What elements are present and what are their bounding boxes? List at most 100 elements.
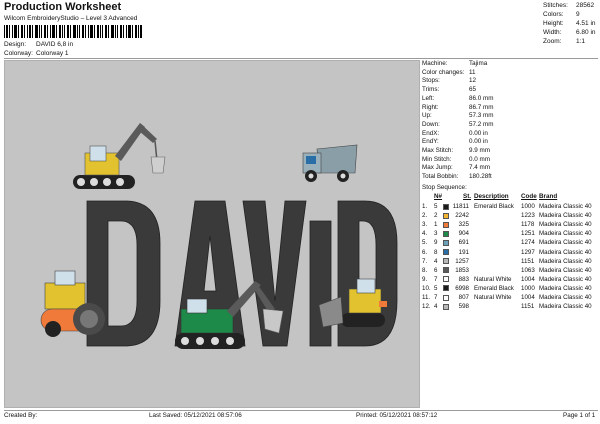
stop-number: 11.	[422, 294, 431, 301]
thread-brand: Madeira Classic 40	[539, 284, 592, 292]
stitch-count: 598	[458, 303, 469, 311]
stat-colors-value: 9	[576, 11, 580, 18]
col-header-description: Description	[474, 193, 509, 200]
needle-number: 4	[434, 303, 438, 311]
stitch-count: 11811	[452, 203, 469, 210]
thread-brand: Madeira Classic 40	[539, 221, 592, 229]
needle-number: 3	[434, 230, 438, 238]
color-swatch	[443, 276, 449, 283]
col-header-st: St.	[463, 193, 472, 200]
color-swatch	[443, 285, 449, 292]
prop-label: Total Bobbin:	[422, 173, 459, 181]
colorway-value: Colorway 1	[36, 50, 69, 57]
software-subtitle: Wilcom EmbroideryStudio – Level 3 Advanc…	[4, 15, 138, 22]
prop-value: 65	[469, 86, 477, 94]
thread-code: 1223	[521, 212, 535, 220]
stitch-count: 2242	[455, 212, 469, 220]
color-swatch	[443, 249, 449, 255]
stat-colors-label: Colors:	[543, 11, 564, 18]
page-number: Page 1 of 1	[563, 412, 596, 419]
color-swatch	[443, 230, 449, 237]
col-header-code: Code	[521, 193, 537, 200]
prop-value: 7.4 mm	[469, 164, 490, 172]
design-label: Design:	[4, 41, 27, 48]
thread-code: 1000	[521, 284, 535, 292]
stitch-count: 1853	[455, 266, 469, 274]
thread-brand: Madeira Classic 40	[539, 203, 592, 210]
printed-date: Printed: 05/12/2021 08:57:12	[356, 412, 438, 419]
thread-code: 1151	[521, 303, 535, 311]
letter-i	[309, 220, 332, 347]
prop-value: 57.2 mm	[469, 120, 494, 128]
color-swatch	[443, 212, 449, 219]
stitch-count: 1257	[455, 257, 469, 265]
sequence-row: 4. 3 904 1251 Madeira Classic 40	[422, 229, 600, 238]
thread-brand: Madeira Classic 40	[539, 303, 592, 311]
prop-value: 86.7 mm	[469, 103, 494, 111]
stitch-count: 325	[458, 221, 469, 229]
prop-label: Min Stitch:	[422, 155, 452, 163]
sequence-row: 10. 5 6998 Emerald Black 1000 Madeira Classic…	[422, 284, 600, 293]
colorway-label: Colorway:	[4, 50, 33, 57]
prop-value: 12	[469, 77, 477, 85]
stat-stitches-value: 28562	[576, 2, 595, 9]
thread-brand: Madeira Classic 40	[539, 257, 592, 265]
stat-zoom-label: Zoom:	[543, 38, 562, 45]
prop-value: 57.3 mm	[469, 112, 494, 120]
stop-number: 2.	[422, 212, 428, 220]
needle-number: 7	[434, 294, 438, 301]
sequence-row: 8. 6 1853 1063 Madeira Classic 40	[422, 266, 600, 275]
color-swatch	[443, 203, 449, 210]
stop-number: 6.	[422, 248, 428, 256]
thread-code: 1063	[521, 266, 535, 274]
sequence-row: 12. 4 598 1151 Madeira Classic 40	[422, 302, 600, 311]
thread-code: 1178	[521, 221, 535, 229]
stat-height-value: 4.51 in	[576, 20, 596, 27]
needle-number: 5	[434, 203, 438, 210]
needle-number: 6	[434, 266, 438, 274]
color-swatch	[443, 221, 449, 228]
thread-brand: Madeira Classic 40	[539, 212, 592, 220]
prop-label: Right:	[422, 103, 439, 111]
stop-number: 7.	[422, 257, 428, 265]
needle-number: 8	[434, 248, 438, 256]
stop-number: 4.	[422, 230, 428, 238]
excavator-top-icon	[73, 123, 166, 189]
sequence-row: 11. 7 807 Natural White 1004 Madeira Classic …	[422, 293, 600, 302]
thread-code: 1297	[521, 248, 535, 256]
design-preview-canvas[interactable]	[4, 60, 420, 408]
prop-label: Stops:	[422, 77, 440, 85]
prop-value: 9.9 mm	[469, 147, 490, 154]
color-swatch	[443, 294, 449, 301]
prop-label: Max Stitch:	[422, 147, 454, 154]
dump-truck-icon	[302, 144, 358, 182]
sequence-row: 9. 7 883 Natural White 1004 Madeira Classic 4…	[422, 275, 600, 284]
sequence-row: 7. 4 1257 1151 Madeira Classic 40	[422, 257, 600, 266]
stitch-count: 191	[458, 248, 469, 256]
prop-value: 11	[469, 68, 476, 76]
stitch-count: 883	[458, 275, 469, 283]
stop-number: 5.	[422, 239, 428, 247]
barcode	[4, 25, 142, 38]
prop-value: Tajima	[469, 60, 488, 67]
thread-description: Emerald Black	[474, 203, 514, 210]
thread-brand: Madeira Classic 40	[539, 239, 592, 247]
col-header-brand: Brand	[539, 193, 558, 200]
thread-code: 1251	[521, 230, 535, 238]
thread-brand: Madeira Classic 40	[539, 230, 592, 238]
stop-number: 1.	[422, 203, 428, 210]
prop-label: Up:	[422, 112, 432, 120]
sequence-row: 2. 2 2242 1223 Madeira Classic 40	[422, 211, 600, 220]
thread-code: 1000	[521, 203, 535, 210]
stat-height-label: Height:	[543, 20, 564, 27]
stitch-count: 904	[458, 230, 469, 238]
prop-label: EndY:	[422, 138, 439, 146]
thread-brand: Madeira Classic 40	[539, 275, 592, 283]
thread-description: Emerald Black	[474, 284, 514, 292]
needle-number: 9	[434, 239, 438, 247]
prop-value: 0.00 in	[469, 138, 488, 146]
last-saved: Last Saved: 05/12/2021 08:57:06	[149, 412, 242, 419]
thread-description: Natural White	[474, 275, 512, 283]
prop-label: Max Jump:	[422, 164, 453, 172]
design-value: DAVID 6,8 in	[36, 41, 74, 48]
